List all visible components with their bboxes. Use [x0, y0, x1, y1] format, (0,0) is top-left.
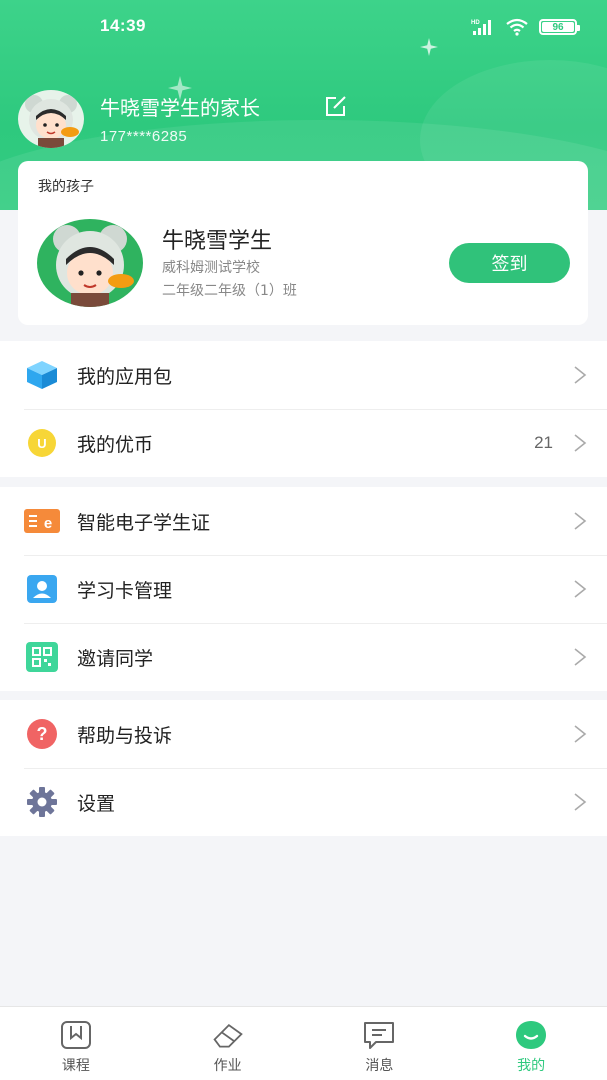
svg-text:e: e: [44, 515, 52, 532]
wifi-icon: [506, 18, 528, 36]
chevron-right-icon: [574, 793, 587, 811]
menu-label: 智能电子学生证: [77, 511, 211, 534]
chevron-right-icon: [574, 434, 587, 452]
child-class: 二年级二年级（1）班: [162, 283, 297, 299]
eraser-icon: [211, 1019, 245, 1051]
child-avatar[interactable]: [37, 219, 143, 307]
tab-label: 我的: [517, 1058, 546, 1074]
menu-label: 我的优币: [77, 433, 154, 456]
menu-item-student-card[interactable]: e 智能电子学生证: [0, 487, 607, 555]
bottom-tab-bar: 课程 作业 消息 我的: [0, 1006, 607, 1080]
child-school: 威科姆测试学校: [162, 260, 260, 276]
bookmark-icon: [59, 1019, 93, 1051]
tab-messages[interactable]: 消息: [304, 1007, 456, 1080]
parent-phone: 177****6285: [100, 128, 188, 145]
tab-label: 课程: [61, 1058, 90, 1074]
chevron-right-icon: [574, 366, 587, 384]
coin-icon: U: [24, 426, 60, 460]
menu-item-study-card[interactable]: 学习卡管理: [0, 555, 607, 623]
parent-profile[interactable]: 牛晓雪学生的家长 177****6285: [18, 90, 578, 154]
chevron-right-icon: [574, 725, 587, 743]
status-icons: HD 96: [471, 18, 580, 36]
menu-label: 我的应用包: [77, 365, 173, 388]
chevron-right-icon: [574, 648, 587, 666]
chevron-right-icon: [574, 512, 587, 530]
coin-count: 21: [534, 433, 553, 452]
edit-icon[interactable]: [324, 94, 348, 118]
question-icon: ?: [24, 717, 60, 751]
tab-label: 作业: [213, 1058, 242, 1074]
person-card-icon: [24, 572, 60, 606]
child-name: 牛晓雪学生: [162, 229, 273, 254]
qr-code-icon: [24, 640, 60, 674]
chevron-right-icon: [574, 580, 587, 598]
svg-text:?: ?: [37, 724, 48, 744]
tab-mine[interactable]: 我的: [455, 1007, 607, 1080]
avatar[interactable]: [18, 90, 84, 148]
battery-icon: 96: [539, 19, 580, 35]
svg-text:U: U: [37, 436, 46, 451]
tab-course[interactable]: 课程: [0, 1007, 152, 1080]
menu-label: 邀请同学: [77, 647, 154, 670]
menu-item-help[interactable]: ? 帮助与投诉: [0, 700, 607, 768]
status-bar: 14:39 HD 96: [0, 0, 607, 54]
menu-label: 帮助与投诉: [77, 724, 173, 747]
menu-group-3: ? 帮助与投诉 设置: [0, 700, 607, 836]
menu-group-1: 我的应用包 U 我的优币 21: [0, 341, 607, 477]
child-card: 我的孩子 牛晓雪学生 威科姆测试学校 二年级二年级（1）班 签到: [18, 161, 588, 325]
menu-item-app-package[interactable]: 我的应用包: [0, 341, 607, 409]
tab-label: 消息: [365, 1058, 394, 1074]
card-title: 我的孩子: [38, 179, 94, 195]
gear-icon: [24, 785, 60, 819]
tab-homework[interactable]: 作业: [152, 1007, 304, 1080]
menu-item-invite[interactable]: 邀请同学: [0, 623, 607, 691]
signal-hd-label: HD: [471, 20, 480, 26]
cube-icon: [24, 358, 60, 392]
battery-level: 96: [552, 21, 564, 33]
status-time: 14:39: [100, 16, 146, 35]
signal-icon: HD: [471, 20, 491, 35]
student-card-icon: e: [24, 504, 60, 538]
parent-name: 牛晓雪学生的家长: [100, 96, 260, 120]
menu-item-coins[interactable]: U 我的优币 21: [0, 409, 607, 477]
menu-item-settings[interactable]: 设置: [0, 768, 607, 836]
smile-icon: [514, 1019, 548, 1051]
menu-label: 学习卡管理: [77, 579, 173, 602]
checkin-button[interactable]: 签到: [449, 243, 570, 283]
menu-label: 设置: [77, 792, 116, 815]
message-icon: [362, 1019, 396, 1051]
menu-group-2: e 智能电子学生证 学习卡管理 邀请同学: [0, 487, 607, 691]
